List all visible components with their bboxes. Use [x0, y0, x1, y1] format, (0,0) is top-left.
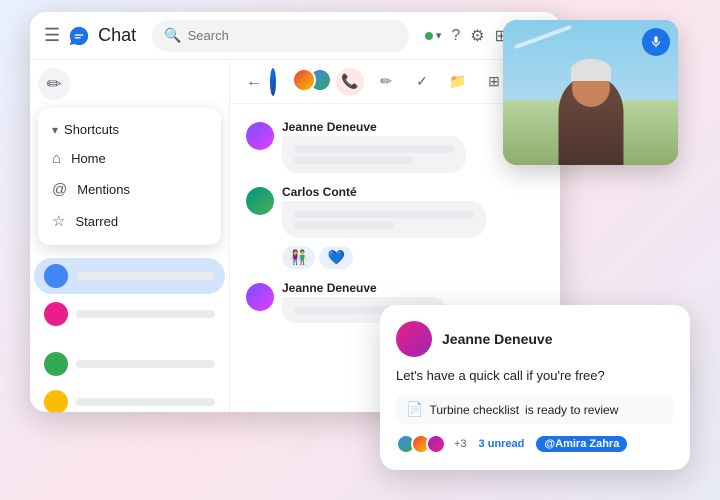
notif-footer: +3 3 unread @Amira Zahra: [396, 434, 674, 454]
mentions-icon: @: [52, 181, 67, 198]
topbar: ☰ Chat 🔍 ▾ ? ⚙ ⊞ G: [30, 12, 560, 60]
sidebar-item-2[interactable]: [34, 296, 225, 332]
msg-bubble-2: [282, 201, 486, 238]
shortcut-starred[interactable]: ☆ Starred: [38, 205, 221, 237]
search-icon: 🔍: [164, 27, 181, 44]
settings-icon[interactable]: ⚙: [470, 26, 484, 46]
sidebar-item-3[interactable]: [34, 346, 225, 382]
sidebar-item-text-1: [76, 272, 215, 280]
msg-avatar-jeanne: [246, 122, 274, 150]
msg-line-1-2: [294, 156, 414, 164]
person-helmet: [571, 59, 611, 81]
message-group-2: Carlos Conté 👫 💙: [246, 185, 544, 269]
notif-header: Jeanne Deneuve: [396, 321, 674, 357]
notification-popup: Jeanne Deneuve Let's have a quick call i…: [380, 305, 690, 470]
shortcut-home[interactable]: ⌂ Home: [38, 143, 221, 174]
msg-sender-2: Carlos Conté: [282, 185, 486, 199]
status-chevron[interactable]: ▾: [436, 29, 442, 42]
chat-logo-icon: [68, 25, 90, 47]
sidebar-item-4[interactable]: [34, 384, 225, 412]
msg-sender-1: Jeanne Deneuve: [282, 120, 466, 134]
message-reactions: 👫 💙: [282, 246, 544, 269]
reaction-couple[interactable]: 👫: [282, 246, 315, 269]
reaction-heart[interactable]: 💙: [319, 246, 352, 269]
shortcut-starred-label: Starred: [75, 214, 118, 229]
msg-line-1-1: [294, 145, 454, 153]
footer-avatars: [396, 434, 446, 454]
notif-sender-avatar: [396, 321, 432, 357]
status-dot: [425, 32, 433, 40]
sidebar-avatar-3: [44, 352, 68, 376]
video-mic-button[interactable]: [642, 28, 670, 56]
mention-badge[interactable]: @Amira Zahra: [536, 436, 627, 452]
message-row-2: Carlos Conté: [246, 185, 544, 238]
message-row-1: Jeanne Deneuve: [246, 120, 544, 173]
shortcut-mentions[interactable]: @ Mentions: [38, 174, 221, 205]
notif-message: Let's have a quick call if you're free?: [396, 367, 674, 385]
compose-button[interactable]: ✏: [38, 68, 70, 100]
msg-avatar-jeanne-2: [246, 283, 274, 311]
unread-badge: 3 unread: [479, 438, 525, 450]
chat-header-avatar: [270, 68, 276, 96]
msg-avatar-carlos: [246, 187, 274, 215]
sidebar-top: ✏: [30, 60, 229, 104]
shortcut-mentions-label: Mentions: [77, 182, 130, 197]
search-input[interactable]: [188, 28, 397, 43]
shortcuts-dropdown: ▾ Shortcuts ⌂ Home @ Mentions ☆ Starred: [38, 108, 221, 245]
help-icon[interactable]: ?: [451, 27, 460, 45]
msg-line-2-2: [294, 221, 394, 229]
message-group-1: Jeanne Deneuve: [246, 120, 544, 173]
shortcuts-header[interactable]: ▾ Shortcuts: [38, 116, 221, 143]
edit-icon[interactable]: ✏: [372, 68, 400, 96]
sidebar-avatar-2: [44, 302, 68, 326]
search-bar[interactable]: 🔍: [152, 20, 409, 52]
footer-plus-count: +3: [454, 438, 467, 450]
msg-sender-3: Jeanne Deneuve: [282, 281, 446, 295]
home-icon: ⌂: [52, 150, 61, 167]
back-button[interactable]: ←: [246, 73, 262, 91]
sidebar: ✏ ▾ Shortcuts ⌂ Home @ Mentions ☆ S: [30, 60, 230, 412]
doc-icon: 📄: [406, 401, 423, 418]
sidebar-item-text-3: [76, 360, 215, 368]
doc-label: Turbine checklist: [429, 403, 519, 417]
shortcuts-label: Shortcuts: [64, 122, 119, 137]
star-icon: ☆: [52, 212, 65, 230]
folder-icon[interactable]: 📁: [444, 68, 472, 96]
sidebar-item-1[interactable]: [34, 258, 225, 294]
doc-suffix: is ready to review: [525, 403, 618, 417]
notif-sender-name: Jeanne Deneuve: [442, 331, 553, 347]
notif-doc-chip[interactable]: 📄 Turbine checklist is ready to review: [396, 395, 674, 424]
sidebar-item-text-2: [76, 310, 215, 318]
chevron-icon: ▾: [52, 123, 58, 137]
hamburger-icon[interactable]: ☰: [44, 25, 60, 46]
footer-avatar-3: [426, 434, 446, 454]
msg-bubble-1: [282, 136, 466, 173]
task-icon[interactable]: ✓: [408, 68, 436, 96]
sidebar-avatar-4: [44, 390, 68, 412]
sidebar-item-text-4: [76, 398, 215, 406]
app-title: Chat: [98, 25, 136, 46]
msg-line-2-1: [294, 210, 474, 218]
sidebar-avatar-1: [44, 264, 68, 288]
end-call-button[interactable]: 📞: [336, 68, 364, 96]
call-avatar-1: [292, 68, 316, 92]
shortcut-home-label: Home: [71, 151, 106, 166]
video-overlay: You: [503, 20, 678, 165]
